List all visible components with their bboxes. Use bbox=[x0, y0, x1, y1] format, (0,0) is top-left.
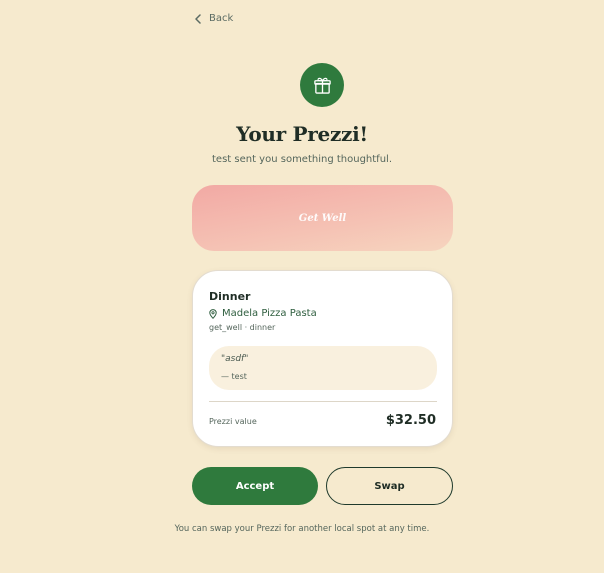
note-message: "asdf" bbox=[221, 354, 249, 364]
back-label: Back bbox=[209, 13, 234, 24]
page-title: Your Prezzi! bbox=[236, 122, 368, 146]
gift-badge bbox=[300, 63, 344, 107]
back-button[interactable]: Back bbox=[194, 13, 233, 24]
value-amount: $32.50 bbox=[385, 413, 436, 428]
swap-button[interactable]: Swap bbox=[326, 467, 453, 505]
value-label: Prezzi value bbox=[209, 417, 257, 426]
place-row: Madela Pizza Pasta bbox=[209, 308, 317, 319]
swap-footnote: You can swap your Prezzi for another loc… bbox=[174, 524, 430, 534]
page-subtitle: test sent you something thoughtful. bbox=[212, 154, 392, 165]
gift-note: "asdf" — test bbox=[209, 346, 437, 390]
divider bbox=[209, 401, 437, 402]
gift-tags: get_well · dinner bbox=[209, 323, 276, 332]
gift-card: Dinner Madela Pizza Pasta get_well · din… bbox=[192, 270, 453, 447]
place-name: Madela Pizza Pasta bbox=[222, 308, 317, 319]
occasion-label: Get Well bbox=[298, 212, 347, 224]
chevron-left-icon bbox=[195, 13, 201, 24]
occasion-banner: Get Well bbox=[192, 185, 453, 251]
gift-title: Dinner bbox=[209, 290, 251, 303]
map-pin-icon bbox=[209, 308, 217, 319]
accept-button[interactable]: Accept bbox=[192, 467, 318, 505]
gift-icon bbox=[313, 77, 331, 94]
note-sender: — test bbox=[221, 372, 247, 381]
